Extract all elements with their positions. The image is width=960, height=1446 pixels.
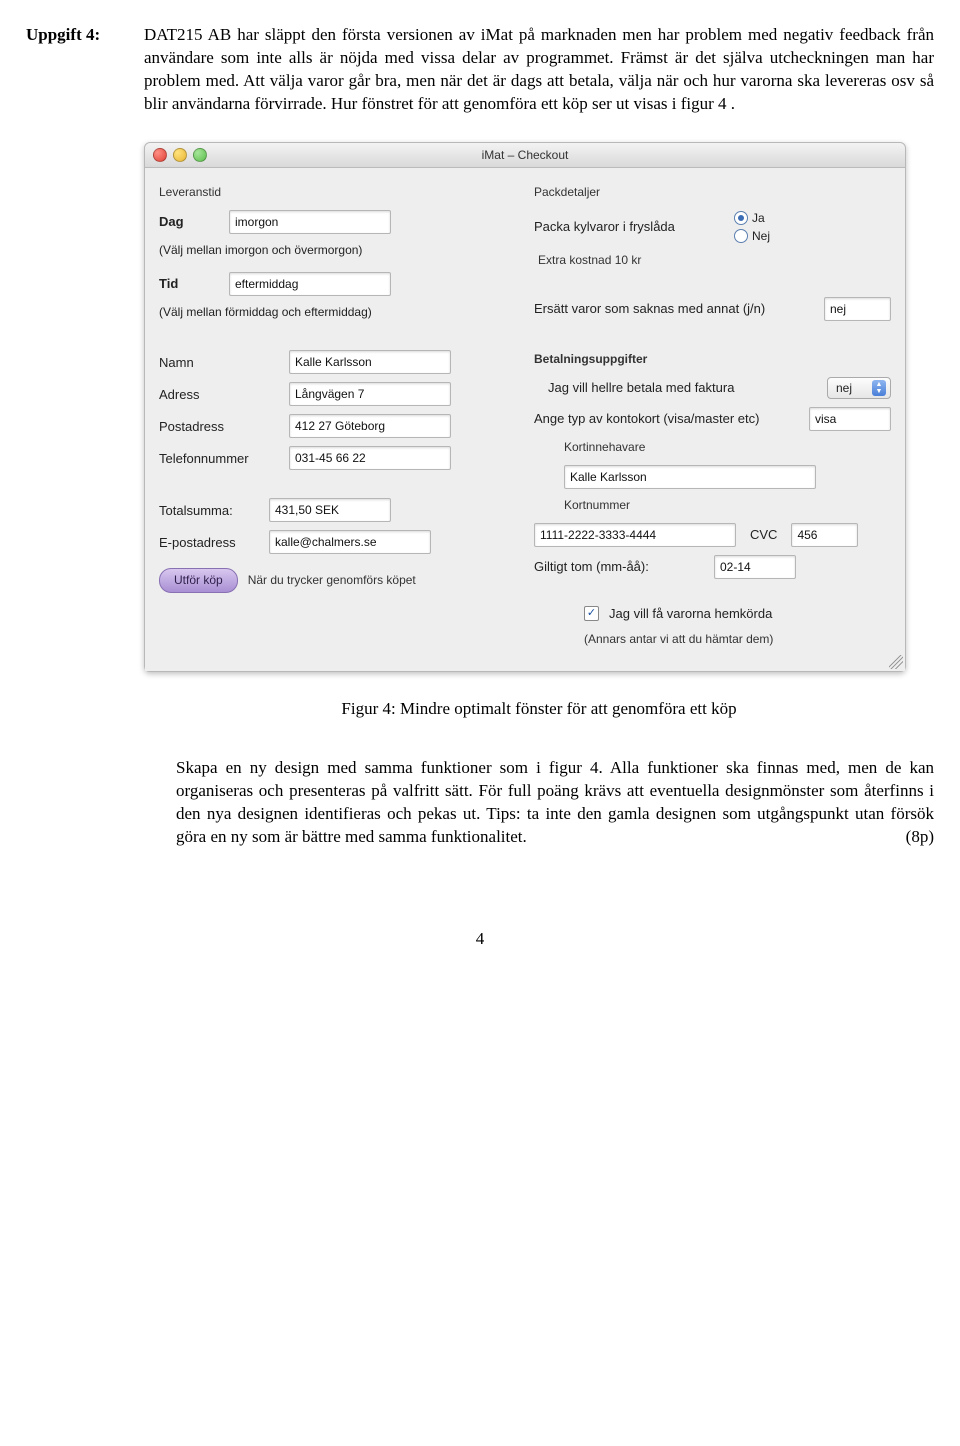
faktura-label: Jag vill hellre betala med faktura bbox=[534, 379, 817, 397]
namn-label: Namn bbox=[159, 354, 279, 372]
radio-nej-label: Nej bbox=[752, 228, 770, 244]
hemkorda-note: (Annars antar vi att du hämtar dem) bbox=[584, 631, 891, 647]
total-label: Totalsumma: bbox=[159, 502, 259, 520]
kortnummer-label: Kortnummer bbox=[564, 497, 891, 513]
points-label: (8p) bbox=[906, 826, 934, 849]
submit-button[interactable]: Utför köp bbox=[159, 568, 238, 592]
zoom-icon[interactable] bbox=[193, 148, 207, 162]
hemkorda-checkbox[interactable]: ✓ bbox=[584, 606, 599, 621]
leveranstid-label: Leveranstid bbox=[159, 184, 516, 200]
radio-icon bbox=[734, 229, 748, 243]
hemkorda-label: Jag vill få varorna hemkörda bbox=[609, 605, 772, 623]
fryslada-radio-ja[interactable]: Ja bbox=[734, 210, 770, 226]
minimize-icon[interactable] bbox=[173, 148, 187, 162]
after-paragraph: Skapa en ny design med samma funktioner … bbox=[176, 757, 934, 849]
ersatt-label: Ersätt varor som saknas med annat (j/n) bbox=[534, 300, 814, 318]
task-paragraph-1: DAT215 AB har släppt den första versione… bbox=[144, 24, 934, 116]
cvc-input[interactable] bbox=[791, 523, 858, 547]
namn-input[interactable] bbox=[289, 350, 451, 374]
kortinnehavare-input[interactable] bbox=[564, 465, 816, 489]
radio-checked-icon bbox=[734, 211, 748, 225]
fryslada-radio-nej[interactable]: Nej bbox=[734, 228, 770, 244]
giltig-label: Giltigt tom (mm-åå): bbox=[534, 558, 704, 576]
extra-kostnad-label: Extra kostnad 10 kr bbox=[538, 252, 891, 268]
betalning-heading: Betalningsuppgifter bbox=[534, 351, 891, 367]
dag-hint: (Välj mellan imorgon och övermorgon) bbox=[159, 242, 516, 258]
faktura-select[interactable]: nej ▲▼ bbox=[827, 377, 891, 399]
faktura-value: nej bbox=[836, 380, 852, 396]
tid-label: Tid bbox=[159, 275, 219, 293]
page-number: 4 bbox=[26, 928, 934, 951]
adress-input[interactable] bbox=[289, 382, 451, 406]
tid-hint: (Välj mellan förmiddag och eftermiddag) bbox=[159, 304, 516, 320]
tid-input[interactable] bbox=[229, 272, 391, 296]
resize-handle-icon[interactable] bbox=[889, 655, 903, 669]
kortnummer-input[interactable] bbox=[534, 523, 736, 547]
cvc-label: CVC bbox=[750, 526, 777, 544]
postadress-label: Postadress bbox=[159, 418, 279, 436]
email-input[interactable] bbox=[269, 530, 431, 554]
checkout-window: iMat – Checkout Leveranstid Dag (Välj me… bbox=[144, 142, 906, 672]
packdetaljer-label: Packdetaljer bbox=[534, 184, 891, 200]
window-title: iMat – Checkout bbox=[145, 147, 905, 163]
dag-input[interactable] bbox=[229, 210, 391, 234]
close-icon[interactable] bbox=[153, 148, 167, 162]
giltig-input[interactable] bbox=[714, 555, 796, 579]
dag-label: Dag bbox=[159, 213, 219, 231]
task-label: Uppgift 4: bbox=[26, 24, 144, 47]
select-arrows-icon: ▲▼ bbox=[872, 380, 886, 396]
submit-note: När du trycker genomförs köpet bbox=[248, 572, 416, 588]
total-input[interactable] bbox=[269, 498, 391, 522]
figure-caption: Figur 4: Mindre optimalt fönster för att… bbox=[144, 698, 934, 721]
adress-label: Adress bbox=[159, 386, 279, 404]
window-titlebar: iMat – Checkout bbox=[145, 143, 905, 168]
telefon-label: Telefonnummer bbox=[159, 450, 279, 468]
postadress-input[interactable] bbox=[289, 414, 451, 438]
korttyp-label: Ange typ av kontokort (visa/master etc) bbox=[534, 410, 799, 428]
ersatt-input[interactable] bbox=[824, 297, 891, 321]
korttyp-input[interactable] bbox=[809, 407, 891, 431]
radio-ja-label: Ja bbox=[752, 210, 765, 226]
fryslada-label: Packa kylvaror i fryslåda bbox=[534, 218, 724, 236]
email-label: E-postadress bbox=[159, 534, 259, 552]
telefon-input[interactable] bbox=[289, 446, 451, 470]
kortinnehavare-label: Kortinnehavare bbox=[564, 439, 891, 455]
